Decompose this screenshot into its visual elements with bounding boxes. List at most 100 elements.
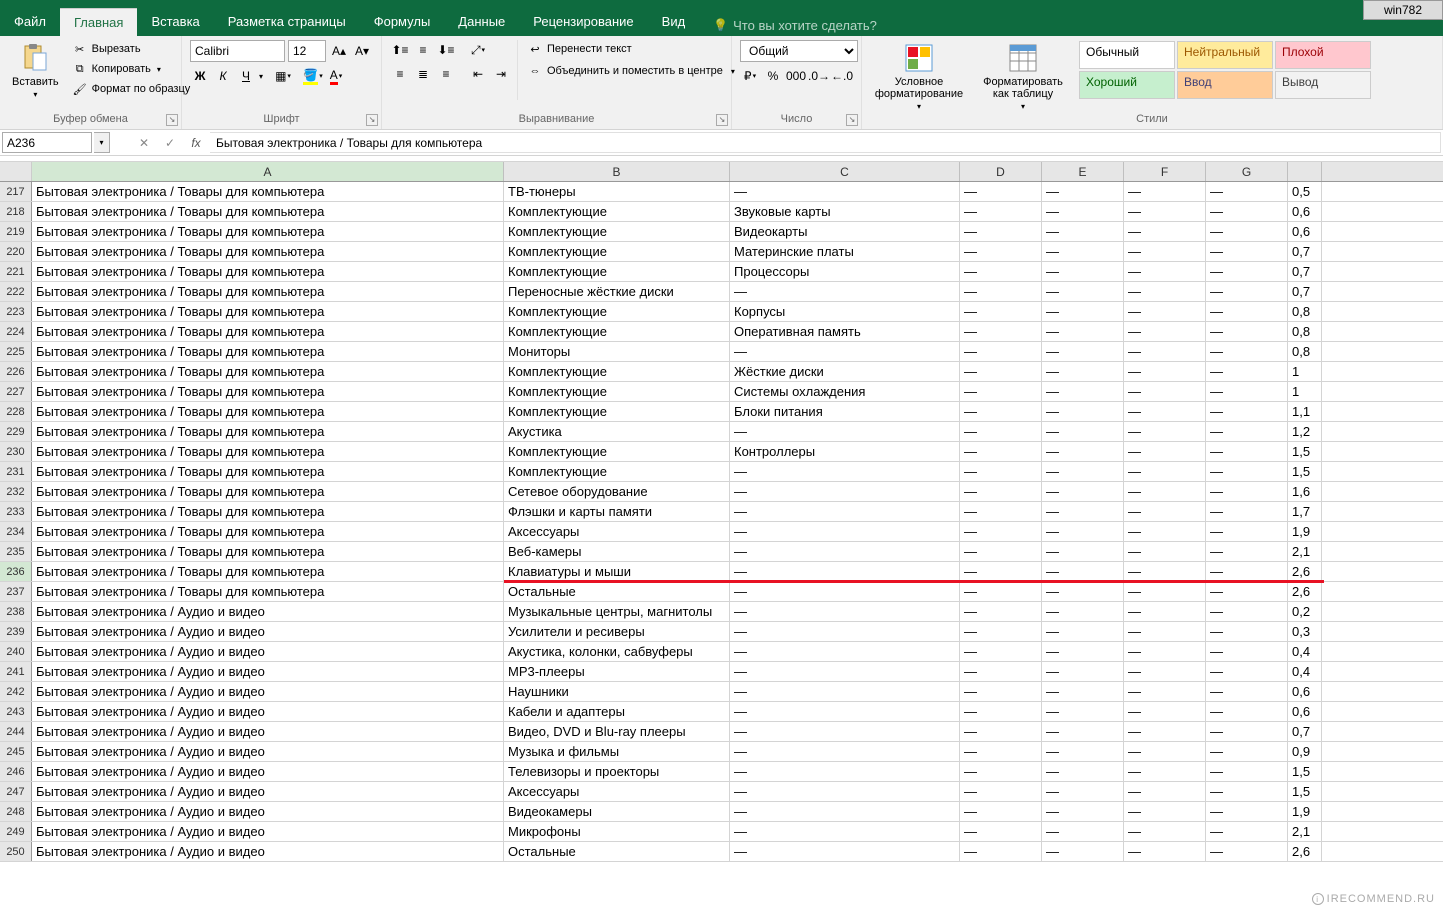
cell[interactable]: —	[1124, 262, 1206, 281]
cell[interactable]: —	[1124, 242, 1206, 261]
cell[interactable]: —	[1124, 282, 1206, 301]
cell[interactable]: Бытовая электроника / Товары для компьют…	[32, 562, 504, 581]
cell[interactable]: —	[1042, 622, 1124, 641]
cell[interactable]: —	[1124, 522, 1206, 541]
cell[interactable]: Блоки питания	[730, 402, 960, 421]
cell[interactable]: 0,6	[1288, 222, 1322, 241]
cell[interactable]: 0,9	[1288, 742, 1322, 761]
format-painter-button[interactable]: 🖌Формат по образцу	[69, 80, 194, 98]
cell[interactable]: —	[1206, 322, 1288, 341]
cell[interactable]: Бытовая электроника / Товары для компьют…	[32, 202, 504, 221]
decrease-decimal-button[interactable]: ←.0	[832, 66, 852, 86]
cell[interactable]: —	[730, 542, 960, 561]
cell[interactable]: 1,6	[1288, 482, 1322, 501]
cell[interactable]: Бытовая электроника / Аудио и видео	[32, 602, 504, 621]
cell[interactable]: Комплектующие	[504, 402, 730, 421]
cell[interactable]: Комплектующие	[504, 202, 730, 221]
cell[interactable]: —	[960, 202, 1042, 221]
cell[interactable]: —	[960, 242, 1042, 261]
cell[interactable]: —	[1042, 482, 1124, 501]
align-middle-button[interactable]: ≡	[413, 40, 433, 60]
italic-button[interactable]: К	[213, 66, 233, 86]
cell[interactable]: —	[1042, 582, 1124, 601]
cell[interactable]: —	[1042, 542, 1124, 561]
cell[interactable]: —	[1042, 562, 1124, 581]
orientation-button[interactable]: ⤢	[468, 40, 488, 60]
cell[interactable]: —	[960, 442, 1042, 461]
cell[interactable]: —	[1206, 582, 1288, 601]
row-header[interactable]: 232	[0, 482, 32, 501]
cell[interactable]: —	[1206, 222, 1288, 241]
cell[interactable]: Переносные жёсткие диски	[504, 282, 730, 301]
cell-style-normal[interactable]: Обычный	[1079, 41, 1175, 69]
cell[interactable]: —	[960, 502, 1042, 521]
cell[interactable]: —	[1124, 842, 1206, 861]
cell[interactable]: Комплектующие	[504, 242, 730, 261]
cell[interactable]: Контроллеры	[730, 442, 960, 461]
cell[interactable]: 2,6	[1288, 582, 1322, 601]
cell[interactable]: ТВ-тюнеры	[504, 182, 730, 201]
cell[interactable]: —	[1124, 222, 1206, 241]
cell[interactable]: —	[1206, 842, 1288, 861]
col-header-G[interactable]: G	[1206, 162, 1288, 181]
cell[interactable]: —	[1124, 562, 1206, 581]
row-header[interactable]: 217	[0, 182, 32, 201]
cell[interactable]: —	[730, 642, 960, 661]
cell[interactable]: —	[1042, 682, 1124, 701]
cell[interactable]: —	[1124, 182, 1206, 201]
cell[interactable]: —	[960, 402, 1042, 421]
cell[interactable]: —	[1124, 482, 1206, 501]
font-color-button[interactable]: A	[326, 66, 346, 86]
cell[interactable]: —	[960, 222, 1042, 241]
cell[interactable]: Звуковые карты	[730, 202, 960, 221]
cell[interactable]: 2,6	[1288, 562, 1322, 581]
cell[interactable]: —	[1124, 602, 1206, 621]
cell[interactable]: 0,8	[1288, 302, 1322, 321]
cell[interactable]: —	[1206, 822, 1288, 841]
cell[interactable]: —	[730, 522, 960, 541]
cell[interactable]: —	[1124, 322, 1206, 341]
cell-style-neutral[interactable]: Нейтральный	[1177, 41, 1273, 69]
cell[interactable]: —	[960, 262, 1042, 281]
cell[interactable]: Веб-камеры	[504, 542, 730, 561]
cell[interactable]: Бытовая электроника / Товары для компьют…	[32, 242, 504, 261]
cell[interactable]: Акустика	[504, 422, 730, 441]
cell[interactable]: Бытовая электроника / Аудио и видео	[32, 642, 504, 661]
cell[interactable]: —	[1206, 402, 1288, 421]
cell[interactable]: Бытовая электроника / Товары для компьют…	[32, 282, 504, 301]
cell[interactable]: 2,6	[1288, 842, 1322, 861]
cell[interactable]: Бытовая электроника / Товары для компьют…	[32, 422, 504, 441]
cell[interactable]: Кабели и адаптеры	[504, 702, 730, 721]
cell[interactable]: Аксессуары	[504, 782, 730, 801]
cell[interactable]: —	[1124, 742, 1206, 761]
cell[interactable]: —	[1124, 642, 1206, 661]
cell[interactable]: —	[1206, 562, 1288, 581]
cell[interactable]: —	[1042, 242, 1124, 261]
clipboard-dialog-launcher[interactable]: ↘	[166, 114, 178, 126]
cell[interactable]: Бытовая электроника / Товары для компьют…	[32, 582, 504, 601]
cell[interactable]: —	[1206, 422, 1288, 441]
increase-indent-button[interactable]: ⇥	[491, 64, 511, 84]
cell[interactable]: —	[1042, 422, 1124, 441]
cell[interactable]: 1	[1288, 362, 1322, 381]
cell[interactable]: Бытовая электроника / Товары для компьют…	[32, 222, 504, 241]
cell[interactable]: Бытовая электроника / Товары для компьют…	[32, 262, 504, 281]
cell[interactable]: —	[1042, 642, 1124, 661]
cell[interactable]: —	[960, 582, 1042, 601]
row-header[interactable]: 220	[0, 242, 32, 261]
cell[interactable]: —	[1042, 802, 1124, 821]
cell[interactable]: 1,5	[1288, 762, 1322, 781]
tab-вставка[interactable]: Вставка	[137, 8, 213, 36]
cell[interactable]: —	[730, 462, 960, 481]
cell[interactable]: 1,9	[1288, 802, 1322, 821]
cell[interactable]: —	[730, 582, 960, 601]
cell[interactable]: —	[960, 682, 1042, 701]
cell[interactable]: —	[730, 842, 960, 861]
cell[interactable]: —	[730, 822, 960, 841]
cell[interactable]: Бытовая электроника / Товары для компьют…	[32, 322, 504, 341]
cell[interactable]: —	[1206, 182, 1288, 201]
cell[interactable]: Музыка и фильмы	[504, 742, 730, 761]
row-header[interactable]: 223	[0, 302, 32, 321]
tab-формулы[interactable]: Формулы	[360, 8, 445, 36]
cell[interactable]: —	[1042, 382, 1124, 401]
